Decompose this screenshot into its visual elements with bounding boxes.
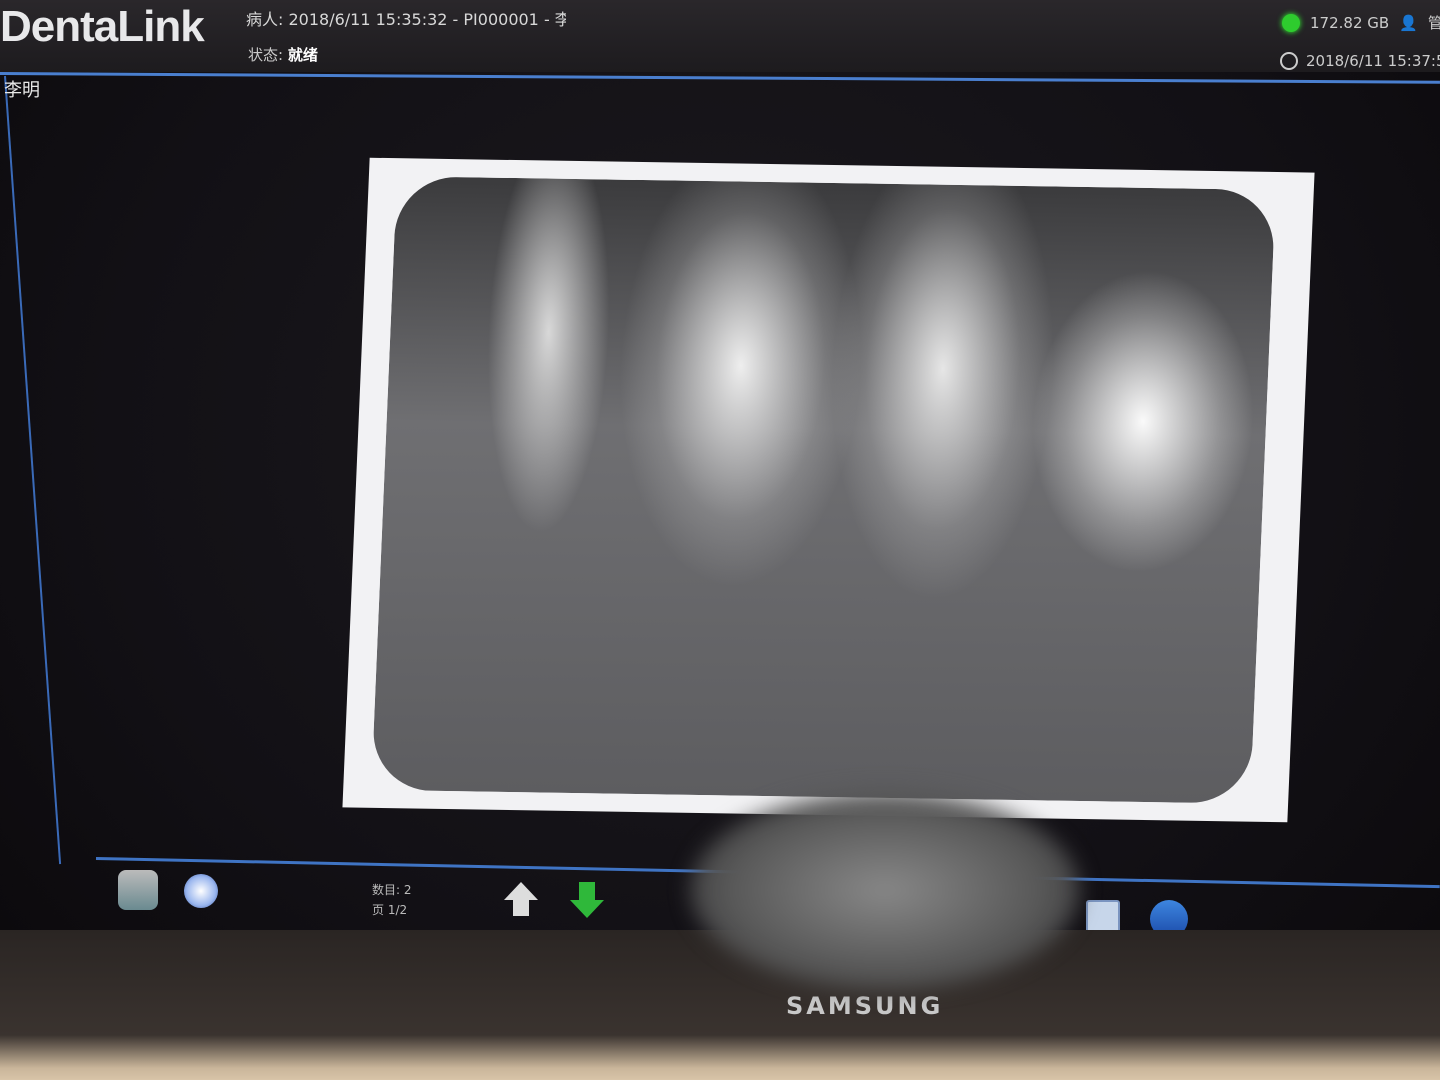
disk-usage-icon	[1282, 13, 1300, 32]
clock-icon	[1280, 52, 1298, 70]
patient-name[interactable]: 李明	[4, 76, 40, 102]
globe-icon[interactable]	[184, 874, 218, 908]
user-icon: 👤	[1399, 13, 1418, 32]
status-text: 状态: 就绪	[248, 44, 318, 65]
blurred-obstruction	[690, 790, 1080, 990]
laptop-brand: SAMSUNG	[786, 992, 944, 1020]
arrow-up-icon[interactable]	[504, 882, 538, 916]
disk-free-text: 172.82 GB	[1310, 13, 1390, 32]
divider	[4, 75, 62, 865]
datetime-display: 2018/6/11 15:37:5	[1280, 52, 1440, 70]
datetime-text: 2018/6/11 15:37:5	[1306, 52, 1440, 70]
doctor-patient-icon[interactable]	[118, 870, 158, 910]
laptop-keyboard	[0, 930, 1440, 1080]
status-label: 状态:	[248, 46, 284, 64]
status-value: 就绪	[287, 46, 318, 64]
arrow-down-icon[interactable]	[570, 882, 604, 918]
app-header: DentaLink 病人: 2018/6/11 15:35:32 - PI000…	[0, 0, 1440, 72]
disk-space: 172.82 GB 👤 管理	[1282, 12, 1440, 33]
app-logo: DentaLink	[0, 2, 205, 51]
patient-info: 病人: 2018/6/11 15:35:32 - PI000001 - 李明	[246, 10, 566, 29]
user-role[interactable]: 管理	[1428, 12, 1440, 33]
count-label: 数目: 2	[372, 883, 412, 897]
divider	[0, 72, 1440, 84]
page-label: 页 1/2	[372, 903, 408, 917]
dental-xray-image[interactable]	[371, 176, 1276, 804]
xray-image-frame[interactable]	[342, 157, 1315, 823]
image-count: 数目: 2 页 1/2	[372, 880, 412, 920]
